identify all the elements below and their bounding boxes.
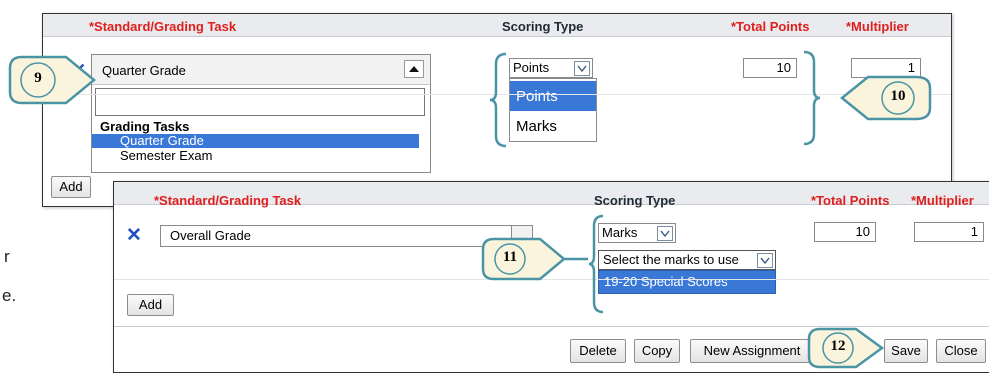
scoring-type-value: Points: [513, 60, 550, 75]
chevron-down-icon: [657, 226, 673, 241]
marks-select-placeholder: Select the marks to use: [603, 252, 739, 267]
option-marks[interactable]: Marks: [510, 112, 596, 140]
option-points[interactable]: Points: [510, 81, 596, 111]
scoring-type-select[interactable]: Marks: [598, 223, 676, 243]
header-standard-task: *Standard/Grading Task: [154, 193, 302, 208]
callout-bracket-left: [489, 52, 507, 148]
dropdown-toggle-button[interactable]: [404, 60, 424, 78]
scoring-type-options: Points Marks: [509, 78, 597, 142]
total-points-input[interactable]: 10: [743, 58, 797, 78]
caret-up-icon: [409, 66, 419, 72]
grading-task-select[interactable]: Quarter Grade Grading Tasks Quarter Grad…: [91, 54, 431, 173]
total-points-input[interactable]: 10: [814, 222, 876, 242]
option-quarter-grade[interactable]: Quarter Grade: [92, 133, 419, 148]
save-button[interactable]: Save: [884, 339, 928, 363]
scoring-type-value: Marks: [602, 225, 638, 240]
chevron-down-icon: [757, 253, 773, 268]
header-total-points: *Total Points: [731, 19, 810, 34]
option-label: 19-20 Special Scores: [604, 274, 728, 289]
header-scoring-type: Scoring Type: [594, 193, 676, 208]
callout-number: 10: [890, 88, 906, 104]
grading-task-input[interactable]: Overall Grade: [160, 225, 512, 247]
option-label: Points: [516, 88, 558, 105]
header-multiplier: *Multiplier: [911, 193, 974, 208]
option-semester-exam[interactable]: Semester Exam: [92, 148, 419, 163]
close-button[interactable]: Close: [936, 339, 986, 363]
option-label: Quarter Grade: [120, 133, 204, 148]
copy-button[interactable]: Copy: [634, 339, 680, 363]
chevron-down-icon: [574, 61, 590, 76]
callout-11: 11: [480, 236, 590, 282]
header-total-points: *Total Points: [811, 193, 890, 208]
remove-row-icon[interactable]: ✕: [126, 224, 142, 247]
add-button[interactable]: Add: [51, 176, 91, 198]
callout-number: 11: [502, 249, 518, 265]
new-assignment-button[interactable]: New Assignment: [690, 339, 814, 363]
grading-task-search-input[interactable]: [95, 88, 425, 116]
option-19-20-special-scores[interactable]: 19-20 Special Scores: [598, 270, 776, 294]
grading-task-selected-value: Quarter Grade: [102, 63, 186, 78]
background-text-fragment: r: [4, 247, 10, 266]
delete-button[interactable]: Delete: [570, 339, 626, 363]
multiplier-input[interactable]: 1: [914, 222, 984, 242]
header-multiplier: *Multiplier: [846, 19, 909, 34]
callout-bracket-right: [803, 50, 821, 146]
add-button[interactable]: Add: [127, 294, 174, 316]
header-standard-task: *Standard/Grading Task: [89, 19, 237, 34]
callout-10: 10: [838, 74, 934, 122]
option-label: Semester Exam: [120, 148, 213, 163]
scoring-type-select[interactable]: Points: [509, 58, 593, 78]
background-text-fragment: e.: [2, 286, 17, 305]
option-label: Marks: [516, 118, 557, 135]
header-scoring-type: Scoring Type: [502, 19, 584, 34]
callout-bracket-left: [588, 214, 604, 314]
callout-number: 12: [830, 338, 846, 354]
option-group-label: Grading Tasks: [100, 119, 190, 134]
callout-12: 12: [806, 326, 886, 370]
callout-number: 9: [34, 70, 42, 86]
callout-9: 9: [6, 54, 98, 106]
marks-select[interactable]: Select the marks to use: [598, 250, 776, 270]
